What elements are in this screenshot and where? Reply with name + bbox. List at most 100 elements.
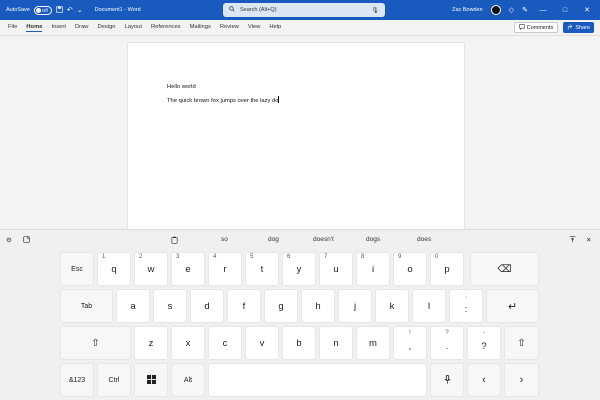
key-y[interactable]: 6y — [282, 252, 316, 286]
tab-file[interactable]: File — [8, 24, 17, 32]
key-period[interactable]: ?. — [430, 326, 464, 360]
key-s[interactable]: s — [153, 289, 187, 323]
shift-right-key[interactable]: ⇧ — [504, 326, 539, 360]
key-j[interactable]: j — [338, 289, 372, 323]
key-i[interactable]: 8i — [356, 252, 390, 286]
tab-mailings[interactable]: Mailings — [190, 24, 211, 32]
user-name[interactable]: Zac Bowden — [452, 7, 483, 13]
ribbon-tabs: File Home Insert Draw Design Layout Refe… — [0, 24, 281, 32]
alt-key[interactable]: Alt — [171, 363, 205, 397]
key-l[interactable]: l — [412, 289, 446, 323]
key-k[interactable]: k — [375, 289, 409, 323]
suggestion-item[interactable]: does — [417, 236, 431, 243]
microphone-icon[interactable]: 🎙 — [371, 7, 379, 14]
share-label: Share — [575, 24, 590, 31]
sticker-icon[interactable] — [23, 236, 30, 245]
key-z[interactable]: z — [134, 326, 168, 360]
key-u[interactable]: 7u — [319, 252, 353, 286]
key-colon[interactable]: ;: — [449, 289, 483, 323]
key-p[interactable]: 0p — [430, 252, 464, 286]
arrow-right-key[interactable]: › — [504, 363, 539, 397]
tab-key[interactable]: Tab — [60, 289, 113, 323]
share-button[interactable]: Share — [563, 22, 594, 33]
microphone-key[interactable] — [430, 363, 464, 397]
chevron-down-icon[interactable]: ⌄ — [77, 7, 83, 14]
tab-layout[interactable]: Layout — [125, 24, 142, 32]
autosave-label: AutoSave — [6, 7, 30, 13]
key-v[interactable]: v — [245, 326, 279, 360]
close-button[interactable]: ✕ — [580, 6, 594, 14]
key-a[interactable]: a — [116, 289, 150, 323]
windows-logo-icon — [146, 374, 156, 386]
comment-icon — [519, 23, 525, 32]
document-page[interactable]: Hello world The quick brown fox jumps ov… — [127, 42, 465, 232]
diamond-icon[interactable]: ◇ — [509, 7, 514, 14]
key-d[interactable]: d — [190, 289, 224, 323]
comments-button[interactable]: Comments — [513, 22, 559, 33]
tab-review[interactable]: Review — [220, 24, 239, 32]
key-w[interactable]: 2w — [134, 252, 168, 286]
maximize-button[interactable]: □ — [558, 7, 572, 14]
touch-keyboard: ⚙ so dog doesn't dogs does ✕ Esc 1q 2w 3… — [0, 229, 600, 400]
key-n[interactable]: n — [319, 326, 353, 360]
ctrl-key[interactable]: Ctrl — [97, 363, 131, 397]
keyboard-top-bar: ⚙ so dog doesn't dogs does ✕ — [0, 230, 600, 250]
key-r[interactable]: 4r — [208, 252, 242, 286]
avatar[interactable] — [490, 5, 501, 15]
autosave-state: Off — [41, 7, 48, 13]
key-question[interactable]: -? — [467, 326, 501, 360]
key-f[interactable]: f — [227, 289, 261, 323]
tab-references[interactable]: References — [151, 24, 181, 32]
suggestion-item[interactable]: dog — [268, 236, 279, 243]
key-o[interactable]: 9o — [393, 252, 427, 286]
autosave-toggle[interactable]: Off — [33, 5, 52, 15]
document-line: Hello world — [167, 84, 196, 90]
key-c[interactable]: c — [208, 326, 242, 360]
windows-key[interactable] — [134, 363, 168, 397]
tab-help[interactable]: Help — [269, 24, 281, 32]
title-bar: AutoSave Off ↶ ⌄ Document1 - Word Search… — [0, 0, 600, 20]
ribbon-actions: Comments Share — [513, 22, 594, 33]
key-b[interactable]: b — [282, 326, 316, 360]
pen-icon[interactable]: ✎ — [522, 7, 528, 14]
key-h[interactable]: h — [301, 289, 335, 323]
save-icon[interactable] — [56, 5, 63, 15]
undo-icon[interactable]: ↶ — [67, 7, 73, 14]
tab-draw[interactable]: Draw — [75, 24, 89, 32]
key-x[interactable]: x — [171, 326, 205, 360]
search-input[interactable]: Search (Alt+Q) 🎙 — [223, 3, 385, 17]
key-e[interactable]: 3e — [171, 252, 205, 286]
key-q[interactable]: 1q — [97, 252, 131, 286]
document-line: The quick brown fox jumps over the lazy … — [167, 98, 279, 104]
tab-view[interactable]: View — [248, 24, 260, 32]
clipboard-icon[interactable] — [171, 236, 178, 246]
close-icon[interactable]: ✕ — [586, 236, 591, 244]
space-bar[interactable] — [208, 363, 427, 397]
title-bar-right: Zac Bowden ◇ ✎ — □ ✕ — [452, 0, 600, 20]
search-placeholder: Search (Alt+Q) — [240, 7, 277, 13]
gear-icon[interactable]: ⚙ — [6, 236, 12, 244]
key-comma[interactable]: !, — [393, 326, 427, 360]
quick-access-toolbar: AutoSave Off ↶ ⌄ Document1 - Word — [0, 5, 141, 15]
ribbon-tabs-bar: File Home Insert Draw Design Layout Refe… — [0, 20, 600, 36]
enter-key[interactable]: ↵ — [486, 289, 539, 323]
toggle-knob — [35, 7, 41, 13]
shift-left-key[interactable]: ⇧ — [60, 326, 131, 360]
backspace-key[interactable]: ⌫ — [470, 252, 539, 286]
esc-key[interactable]: Esc — [60, 252, 94, 286]
key-g[interactable]: g — [264, 289, 298, 323]
num-toggle-key[interactable]: &123 — [60, 363, 94, 397]
key-t[interactable]: 5t — [245, 252, 279, 286]
tab-design[interactable]: Design — [97, 24, 115, 32]
suggestion-item[interactable]: dogs — [366, 236, 380, 243]
search-icon — [229, 6, 235, 14]
suggestion-item[interactable]: doesn't — [313, 236, 334, 243]
tab-home[interactable]: Home — [26, 24, 43, 32]
minimize-button[interactable]: — — [536, 7, 550, 14]
key-m[interactable]: m — [356, 326, 390, 360]
arrow-left-key[interactable]: ‹ — [467, 363, 501, 397]
dock-icon[interactable] — [569, 236, 576, 245]
suggestion-item[interactable]: so — [221, 236, 228, 243]
tab-insert[interactable]: Insert — [51, 24, 66, 32]
microphone-icon — [444, 374, 451, 386]
